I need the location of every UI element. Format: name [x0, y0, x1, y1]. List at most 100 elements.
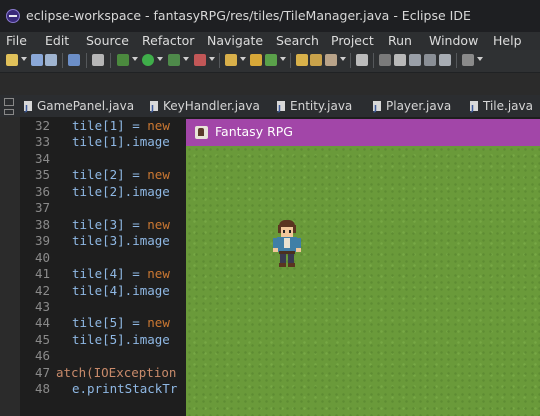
- line-number: 42: [34, 282, 50, 298]
- eclipse-logo-icon: [6, 9, 20, 23]
- toolbar-spacer: [0, 73, 540, 95]
- tab-entity[interactable]: Entity.java: [277, 95, 353, 120]
- new-icon[interactable]: [6, 54, 18, 66]
- line-number: 48: [34, 381, 50, 397]
- toggle-mark-occurrences-icon[interactable]: [379, 54, 391, 66]
- open-task-icon[interactable]: [310, 54, 322, 66]
- tab-label: Tile.java: [483, 99, 533, 113]
- minimize-view-icon[interactable]: [4, 109, 14, 115]
- coverage-icon[interactable]: [168, 54, 180, 66]
- menu-source[interactable]: Source: [86, 33, 129, 48]
- menu-project[interactable]: Project: [331, 33, 374, 48]
- toggle-block-icon[interactable]: [409, 54, 421, 66]
- run-icon[interactable]: [142, 54, 154, 66]
- menu-window[interactable]: Window: [429, 33, 478, 48]
- save-icon[interactable]: [31, 54, 43, 66]
- keyword: new: [147, 216, 170, 232]
- menu-refactor[interactable]: Refactor: [142, 33, 194, 48]
- search-dropdown-icon[interactable]: [340, 57, 346, 61]
- code-text: tile[3] = new: [72, 216, 170, 232]
- open-type-icon[interactable]: [296, 54, 308, 66]
- menu-edit[interactable]: Edit: [45, 33, 69, 48]
- debug-icon[interactable]: [117, 54, 129, 66]
- game-window-title: Fantasy RPG: [215, 124, 293, 139]
- code-text: tile[3].image: [72, 233, 170, 249]
- restore-view-icon[interactable]: [4, 98, 14, 106]
- new-java-project-icon[interactable]: [225, 54, 237, 66]
- line-number: 36: [34, 183, 50, 199]
- coverage-dropdown-icon[interactable]: [183, 57, 189, 61]
- editor-tab-bar: GamePanel.java KeyHandler.java Entity.ja…: [0, 95, 540, 120]
- last-edit-icon[interactable]: [462, 54, 474, 66]
- search-icon[interactable]: [325, 54, 337, 66]
- keyword: new: [147, 167, 170, 183]
- run-dropdown-icon[interactable]: [157, 57, 163, 61]
- keyword: new: [147, 266, 170, 282]
- line-number: 39: [34, 233, 50, 249]
- java-file-icon: [373, 98, 381, 120]
- game-canvas[interactable]: [186, 146, 540, 416]
- code-text: tile[1] = new: [72, 118, 170, 133]
- line-number: 40: [34, 249, 50, 265]
- annotation-icon[interactable]: [356, 54, 368, 66]
- code-text: tile[4].image: [72, 282, 170, 298]
- code-text: tile[2].image: [72, 183, 170, 199]
- line-number: 32: [34, 118, 50, 133]
- external-tools-icon[interactable]: [194, 54, 206, 66]
- java-file-icon: [24, 98, 32, 120]
- line-number: 35: [34, 167, 50, 183]
- menu-file[interactable]: File: [6, 33, 27, 48]
- code-text: tile[4] = new: [72, 266, 170, 282]
- line-number: 41: [34, 266, 50, 282]
- menu-navigate[interactable]: Navigate: [207, 33, 263, 48]
- new-class-icon[interactable]: [265, 54, 277, 66]
- tab-gamepanel[interactable]: GamePanel.java: [24, 95, 135, 120]
- line-number: 43: [34, 298, 50, 314]
- new-package-icon[interactable]: [250, 54, 262, 66]
- java-file-icon: [150, 98, 158, 120]
- tab-keyhandler[interactable]: KeyHandler.java: [150, 95, 260, 120]
- java-file-icon: [277, 98, 285, 120]
- last-edit-dropdown-icon[interactable]: [477, 57, 483, 61]
- menu-search[interactable]: Search: [276, 33, 319, 48]
- menu-help[interactable]: Help: [493, 33, 522, 48]
- code-text: tile[1].image: [72, 134, 170, 150]
- line-number: 45: [34, 331, 50, 347]
- line-number: 33: [34, 134, 50, 150]
- tab-label: Player.java: [386, 99, 452, 113]
- new-dropdown-icon[interactable]: [21, 57, 27, 61]
- tab-tile[interactable]: Tile.java: [470, 95, 533, 120]
- line-number: 46: [34, 348, 50, 364]
- line-number: 37: [34, 200, 50, 216]
- line-number: 38: [34, 216, 50, 232]
- highlight-icon[interactable]: [394, 54, 406, 66]
- skip-breakpoints-icon[interactable]: [92, 54, 104, 66]
- line-number: 47: [34, 364, 50, 380]
- game-app-icon: [195, 126, 208, 139]
- line-number: 44: [34, 315, 50, 331]
- debug-dropdown-icon[interactable]: [132, 57, 138, 61]
- terminal-icon[interactable]: [68, 54, 80, 66]
- show-whitespace-icon[interactable]: [439, 54, 451, 66]
- external-tools-dropdown-icon[interactable]: [209, 57, 215, 61]
- menu-run[interactable]: Run: [388, 33, 412, 48]
- line-number: 34: [34, 150, 50, 166]
- code-text: tile[5] = new: [72, 315, 170, 331]
- save-all-icon[interactable]: [45, 54, 57, 66]
- tab-player[interactable]: Player.java: [373, 95, 452, 120]
- code-text: tile[5].image: [72, 331, 170, 347]
- editor-gutter: [0, 117, 21, 416]
- game-title-bar[interactable]: Fantasy RPG: [186, 119, 540, 146]
- tab-label: GamePanel.java: [37, 99, 135, 113]
- java-file-icon: [470, 98, 478, 120]
- word-wrap-icon[interactable]: [424, 54, 436, 66]
- keyword: new: [147, 315, 170, 331]
- new-java-project-dropdown-icon[interactable]: [240, 57, 246, 61]
- window-title: eclipse-workspace - fantasyRPG/res/tiles…: [26, 8, 471, 23]
- new-class-dropdown-icon[interactable]: [280, 57, 286, 61]
- keyword: new: [147, 118, 170, 133]
- game-window[interactable]: Fantasy RPG: [186, 119, 540, 416]
- tab-label: Entity.java: [290, 99, 353, 113]
- player-sprite: [270, 220, 304, 270]
- tab-label: KeyHandler.java: [163, 99, 260, 113]
